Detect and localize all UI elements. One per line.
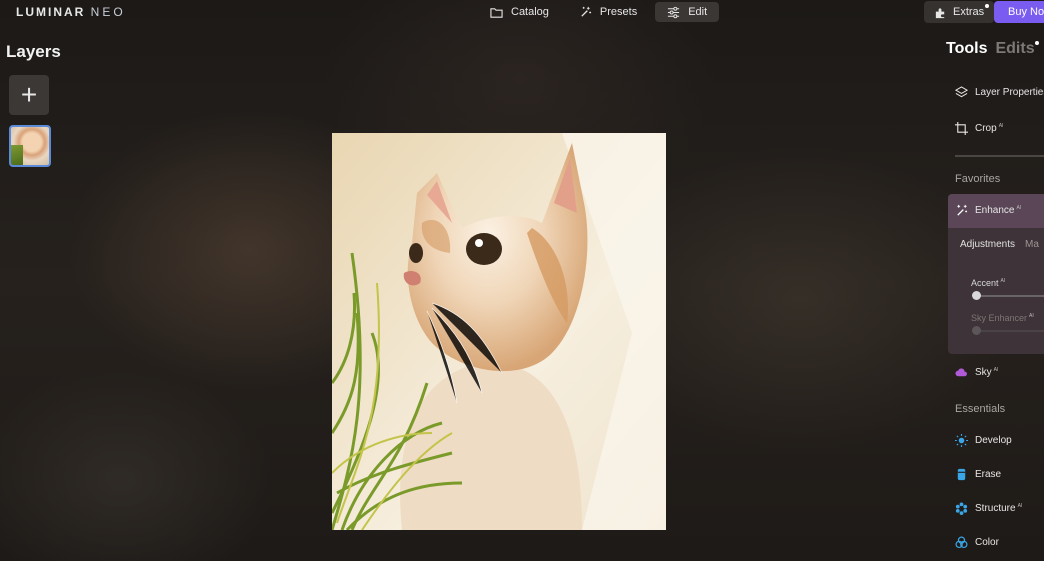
edits-dot (1035, 41, 1039, 45)
color-circles-icon (955, 536, 968, 549)
layer-properties-item[interactable]: Layer Properties (955, 86, 1044, 99)
layer-properties-label: Layer Properties (975, 87, 1044, 98)
accent-slider-track[interactable] (975, 295, 1044, 297)
sky-enhancer-slider-knob[interactable] (972, 326, 981, 335)
accent-label: Accent AI (971, 278, 1006, 288)
erase-item[interactable]: Erase (955, 468, 1001, 481)
erase-label: Erase (975, 469, 1002, 480)
presets-tab[interactable]: Presets (567, 2, 649, 22)
cat-photo (332, 133, 666, 530)
add-layer-button[interactable]: + (9, 75, 49, 115)
presets-tab-label: Presets (599, 6, 638, 18)
notification-dot (985, 4, 990, 8)
extras-label: Extras (953, 6, 985, 18)
color-item[interactable]: Color (955, 536, 999, 549)
eraser-icon (957, 468, 966, 481)
structure-icon (955, 502, 968, 515)
thumbnail-grass (11, 145, 23, 165)
crop-label: Crop AI (975, 123, 1004, 134)
develop-item[interactable]: Develop (955, 434, 1012, 447)
develop-label: Develop (975, 435, 1012, 446)
subtab-masking[interactable]: Ma (1025, 239, 1039, 250)
color-label: Color (975, 537, 999, 548)
layer-thumbnail[interactable] (9, 125, 51, 167)
sky-enhancer-slider-track[interactable] (975, 330, 1044, 332)
catalog-tab-label: Catalog (511, 6, 549, 18)
magic-wand-icon (957, 204, 968, 216)
subtab-adjustments[interactable]: Adjustments (960, 239, 1015, 250)
accent-slider-knob[interactable] (972, 291, 981, 300)
favorites-heading: Favorites (955, 173, 1001, 185)
sky-item[interactable]: Sky AI (955, 366, 998, 379)
crop-icon (955, 122, 968, 135)
app-logo: LUMINAR NEO (16, 5, 126, 19)
sky-enhancer-label: Sky Enhancer AI (971, 313, 1034, 323)
crop-item[interactable]: Crop AI (955, 122, 1003, 135)
folder-icon (490, 7, 503, 18)
catalog-tab[interactable]: Catalog (478, 2, 561, 22)
sky-label: Sky AI (975, 367, 999, 378)
top-navigation: Catalog Presets Edit (478, 2, 720, 22)
extras-button[interactable]: Extras (924, 1, 995, 23)
structure-label: Structure AI (975, 503, 1023, 514)
panel-tabs: Tools Edits (946, 40, 1039, 58)
sliders-icon (668, 6, 680, 18)
essentials-heading: Essentials (955, 403, 1006, 415)
buy-now-button[interactable]: Buy Now (994, 1, 1044, 23)
main-photo-canvas[interactable] (332, 133, 666, 530)
puzzle-icon (935, 7, 945, 18)
enhance-label: Enhance AI (975, 205, 1022, 216)
tab-edits[interactable]: Edits (995, 40, 1034, 57)
edit-tab-label: Edit (688, 6, 708, 18)
layers-icon (955, 86, 968, 98)
cloud-icon (955, 368, 967, 377)
layers-title: Layers (6, 42, 61, 61)
tab-tools[interactable]: Tools (946, 40, 987, 57)
enhance-item[interactable]: Enhance AI (955, 204, 1021, 217)
magic-wand-icon (581, 6, 591, 17)
panel-divider (955, 155, 1044, 157)
edit-tab[interactable]: Edit (655, 2, 720, 22)
structure-item[interactable]: Structure AI (955, 502, 1022, 515)
plus-icon: + (20, 79, 38, 110)
buy-now-label: Buy Now (1008, 6, 1044, 18)
sun-icon (955, 434, 968, 447)
enhance-subtabs: Adjustments Ma (960, 239, 1039, 250)
